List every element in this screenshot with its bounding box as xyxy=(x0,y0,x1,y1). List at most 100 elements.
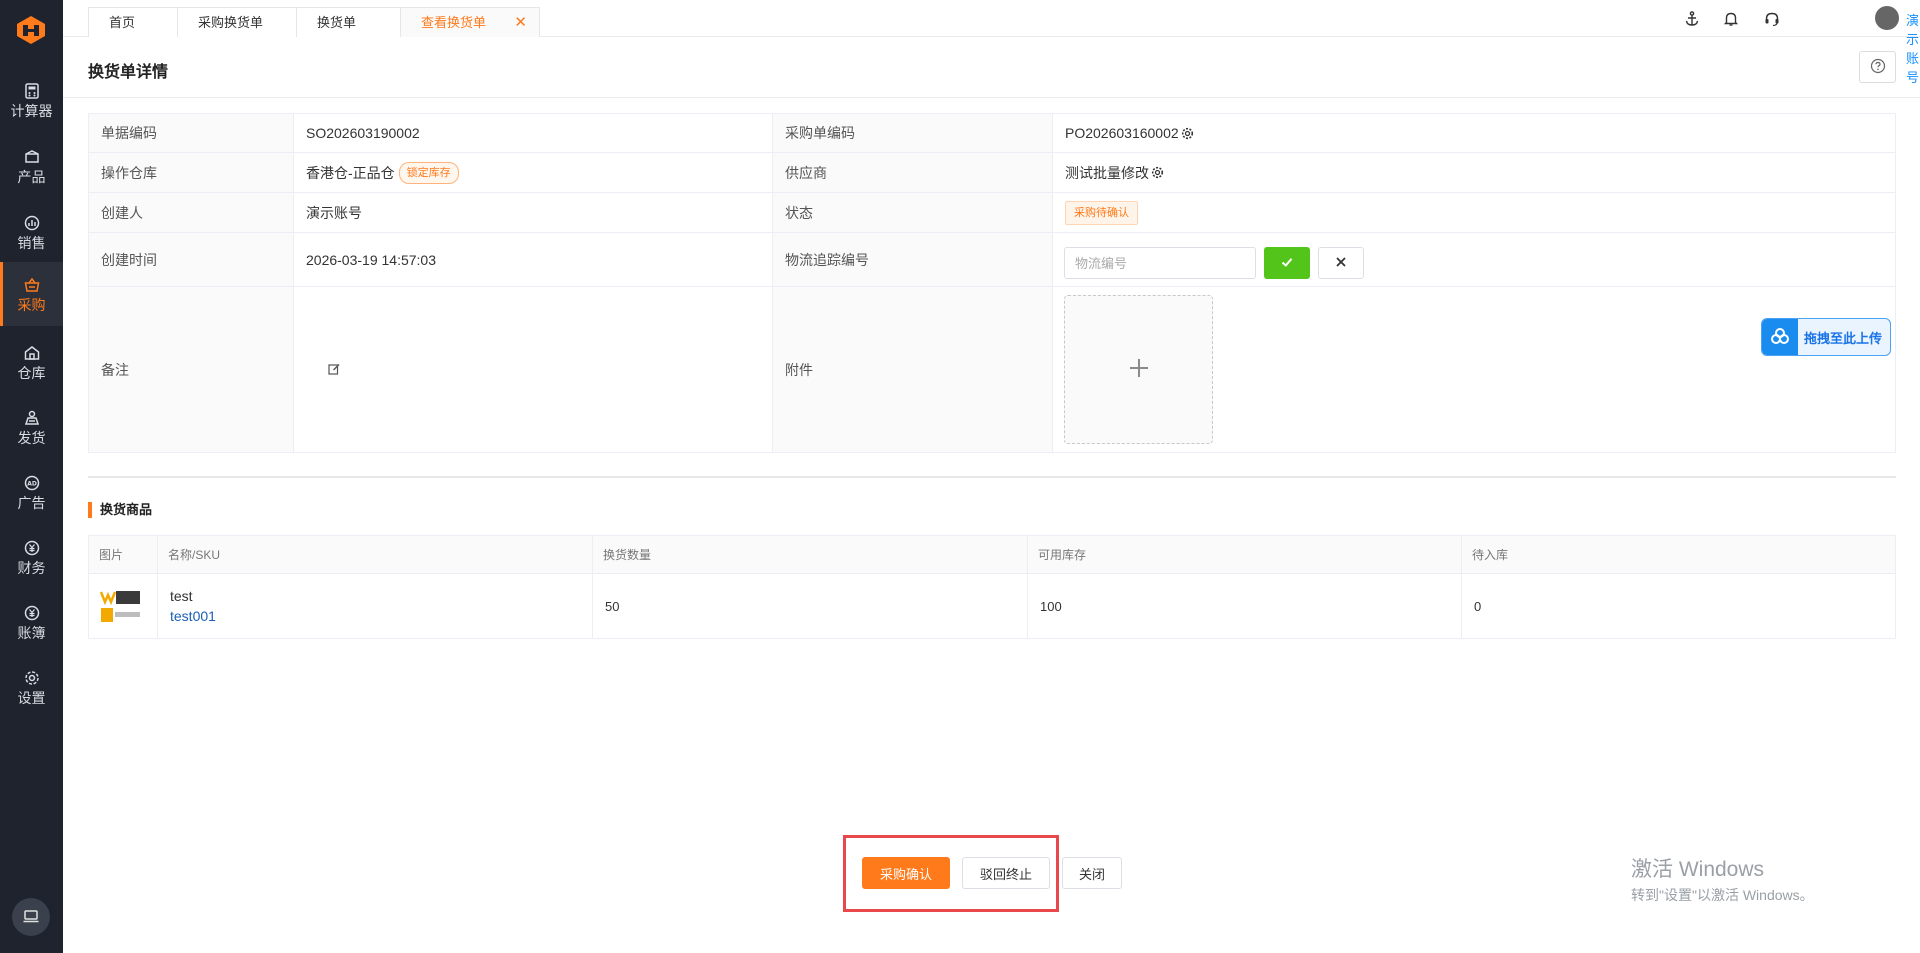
edit-icon[interactable] xyxy=(327,362,341,376)
status-badge: 采购待确认 xyxy=(1065,200,1138,225)
product-sku-link[interactable]: test001 xyxy=(170,606,216,626)
app-logo-icon[interactable] xyxy=(14,14,48,46)
confirm-tracking-button[interactable] xyxy=(1264,247,1310,279)
sidebar-item-finance[interactable]: 财务 xyxy=(0,525,63,589)
tab-exchange-order[interactable]: 换货单 xyxy=(296,7,401,37)
attachment-label: 附件 xyxy=(773,287,1053,453)
tracking-label: 物流追踪编号 xyxy=(773,233,1053,287)
purchase-confirm-button[interactable]: 采购确认 xyxy=(862,857,950,889)
windows-activation-watermark: 激活 Windows 转到"设置"以激活 Windows。 xyxy=(1631,858,1814,905)
sidebar-item-sales[interactable]: 销售 xyxy=(0,200,63,264)
tab-label: 首页 xyxy=(109,15,136,30)
avatar[interactable] xyxy=(1875,6,1899,30)
sidebar-item-label: 产品 xyxy=(17,168,46,185)
exchange-qty: 50 xyxy=(593,574,1028,638)
gear-icon[interactable] xyxy=(1181,127,1194,140)
remark-label: 备注 xyxy=(88,287,294,453)
product-name: test xyxy=(170,588,193,604)
help-button[interactable] xyxy=(1859,51,1896,83)
box-icon xyxy=(23,148,41,166)
product-thumbnail[interactable] xyxy=(99,584,143,628)
sidebar-item-calculator[interactable]: 计算器 xyxy=(0,68,63,132)
sidebar-item-shipping[interactable]: 发货 xyxy=(0,395,63,459)
tab-label: 查看换货单 xyxy=(421,15,487,30)
bell-icon[interactable] xyxy=(1722,10,1740,28)
table-header: 图片 名称/SKU 换货数量 可用库存 待入库 xyxy=(88,535,1896,574)
yuan-icon xyxy=(23,539,41,557)
chart-icon xyxy=(23,214,41,232)
tab-purchase-exchange[interactable]: 采购换货单 xyxy=(177,7,297,37)
sidebar-item-label: 财务 xyxy=(17,559,46,576)
ad-icon: AD xyxy=(23,474,41,492)
warehouse-icon xyxy=(23,344,41,362)
sidebar-item-label: 计算器 xyxy=(10,102,53,119)
table-row: test test001 50 100 0 xyxy=(88,574,1896,639)
sidebar-item-product[interactable]: 产品 xyxy=(0,134,63,198)
creator-value: 演示账号 xyxy=(294,193,773,233)
lock-stock-badge: 锁定库存 xyxy=(398,161,459,184)
sidebar-item-settings[interactable]: 设置 xyxy=(0,655,63,719)
device-toggle-button[interactable] xyxy=(12,898,50,936)
available-stock: 100 xyxy=(1028,574,1462,638)
sidebar-item-label: 发货 xyxy=(17,429,46,446)
warehouse-label: 操作仓库 xyxy=(88,153,294,193)
column-header: 可用库存 xyxy=(1028,536,1462,574)
tab-view-exchange[interactable]: 查看换货单 ✕ xyxy=(400,7,540,37)
ledger-icon xyxy=(23,604,41,622)
sidebar-item-label: 销售 xyxy=(17,234,46,251)
top-bar: 首页 采购换货单 换货单 查看换货单 ✕ 演示账号 xyxy=(63,0,1920,85)
truck-icon xyxy=(23,409,41,427)
sidebar-item-label: 账簿 xyxy=(17,624,46,641)
doc-no-label: 单据编码 xyxy=(88,113,294,153)
product-name-cell: test test001 xyxy=(158,574,593,638)
gear-icon[interactable] xyxy=(1151,166,1164,179)
headset-icon[interactable] xyxy=(1763,10,1781,28)
close-icon[interactable]: ✕ xyxy=(514,8,527,37)
sidebar-item-warehouse[interactable]: 仓库 xyxy=(0,330,63,394)
column-header: 换货数量 xyxy=(593,536,1028,574)
cloud-icon xyxy=(1762,319,1798,355)
section-divider xyxy=(88,476,1896,478)
basket-icon xyxy=(23,276,41,294)
watermark-subtitle: 转到"设置"以激活 Windows。 xyxy=(1631,887,1814,903)
warehouse-value: 香港仓-正品仓 xyxy=(306,164,395,181)
section-title: 换货商品 xyxy=(88,502,152,518)
tracking-input[interactable] xyxy=(1064,247,1256,279)
gear-icon xyxy=(23,669,41,687)
sidebar-item-ads[interactable]: AD 广告 xyxy=(0,460,63,524)
sidebar-item-purchase[interactable]: 采购 xyxy=(0,262,63,326)
close-button[interactable]: 关闭 xyxy=(1062,857,1122,889)
cancel-tracking-button[interactable] xyxy=(1318,247,1364,279)
close-icon xyxy=(1334,255,1348,272)
created-label: 创建时间 xyxy=(88,233,294,287)
supplier-cell: 测试批量修改 xyxy=(1053,153,1896,193)
svg-text:AD: AD xyxy=(27,480,37,487)
product-image-cell xyxy=(89,574,158,638)
po-no-label: 采购单编码 xyxy=(773,113,1053,153)
warehouse-cell: 香港仓-正品仓 锁定库存 xyxy=(294,153,773,193)
page-title: 换货单详情 xyxy=(88,64,169,81)
drag-upload-label: 拖拽至此上传 xyxy=(1804,330,1883,346)
tab-label: 采购换货单 xyxy=(198,15,264,30)
supplier-label: 供应商 xyxy=(773,153,1053,193)
upload-area[interactable] xyxy=(1064,295,1213,444)
anchor-icon[interactable] xyxy=(1683,10,1701,28)
po-no-value[interactable]: PO202603160002 xyxy=(1065,125,1179,141)
calculator-icon xyxy=(23,82,41,100)
page-header: 换货单详情 xyxy=(63,38,1920,98)
reject-terminate-button[interactable]: 驳回终止 xyxy=(962,857,1050,889)
laptop-icon xyxy=(22,907,40,928)
sidebar-item-ledger[interactable]: 账簿 xyxy=(0,590,63,654)
sidebar-item-label: 仓库 xyxy=(17,364,46,381)
created-value: 2026-03-19 14:57:03 xyxy=(294,233,773,287)
column-header: 名称/SKU xyxy=(158,536,593,574)
supplier-value: 测试批量修改 xyxy=(1065,164,1149,181)
drag-upload-button[interactable]: 拖拽至此上传 xyxy=(1761,318,1891,356)
plus-icon xyxy=(1127,356,1151,383)
status-cell: 采购待确认 xyxy=(1053,193,1896,233)
pending-inbound: 0 xyxy=(1474,598,1482,614)
tab-home[interactable]: 首页 xyxy=(88,7,178,37)
column-header: 图片 xyxy=(89,536,158,574)
sidebar-item-label: 广告 xyxy=(17,494,46,511)
doc-no-value: SO202603190002 xyxy=(294,113,773,153)
